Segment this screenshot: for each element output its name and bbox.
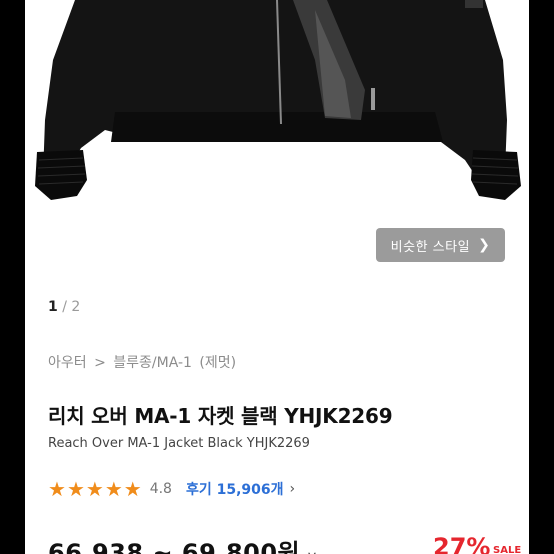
product-page: 비슷한 스타일 ❯ 1 / 2 아우터 > 블루종/MA-1 (제멋) 리치 오… — [25, 0, 529, 554]
star-icon: ★ — [66, 477, 85, 501]
breadcrumb-item-brand[interactable]: (제멋) — [199, 355, 236, 371]
product-title-en: Reach Over MA-1 Jacket Black YHJK2269 — [48, 436, 310, 451]
image-pager: 1 / 2 — [48, 299, 80, 315]
star-icon: ★ — [104, 477, 123, 501]
similar-style-button[interactable]: 비슷한 스타일 ❯ — [376, 228, 505, 262]
price-range: 66,938 ~ 69,800원 — [48, 539, 301, 554]
star-icon: ★ — [85, 477, 104, 501]
reviews-link[interactable]: 후기 15,906개 — [186, 479, 284, 499]
chevron-right-icon[interactable]: › — [290, 481, 296, 497]
star-icon: ★ — [123, 477, 142, 501]
pager-current: 1 — [48, 299, 58, 315]
discount-rate: 27% — [433, 533, 491, 554]
pager-separator: / — [57, 299, 72, 315]
breadcrumb-item-blouson[interactable]: 블루종/MA-1 — [113, 355, 192, 371]
sale-badge: SALE — [493, 545, 522, 554]
breadcrumb-separator: > — [94, 355, 106, 371]
chevron-down-icon[interactable]: ∨ — [306, 547, 318, 554]
breadcrumb: 아우터 > 블루종/MA-1 (제멋) — [48, 352, 239, 372]
rating-row: ★ ★ ★ ★ ★ 4.8 후기 15,906개 › — [48, 479, 295, 499]
similar-style-label: 비슷한 스타일 — [390, 239, 471, 255]
price-row: 66,938 ~ 69,800원 ∨ 27% SALE — [48, 533, 528, 554]
rating-stars: ★ ★ ★ ★ ★ — [48, 479, 142, 499]
product-title-ko: 리치 오버 MA-1 자켓 블랙 YHJK2269 — [48, 404, 393, 428]
product-image[interactable]: 비슷한 스타일 ❯ — [25, 0, 529, 288]
rating-value: 4.8 — [149, 481, 172, 497]
star-icon: ★ — [48, 477, 66, 501]
chevron-right-icon: ❯ — [478, 237, 491, 253]
breadcrumb-item-outer[interactable]: 아우터 — [48, 355, 87, 371]
pager-total: 2 — [71, 299, 81, 315]
